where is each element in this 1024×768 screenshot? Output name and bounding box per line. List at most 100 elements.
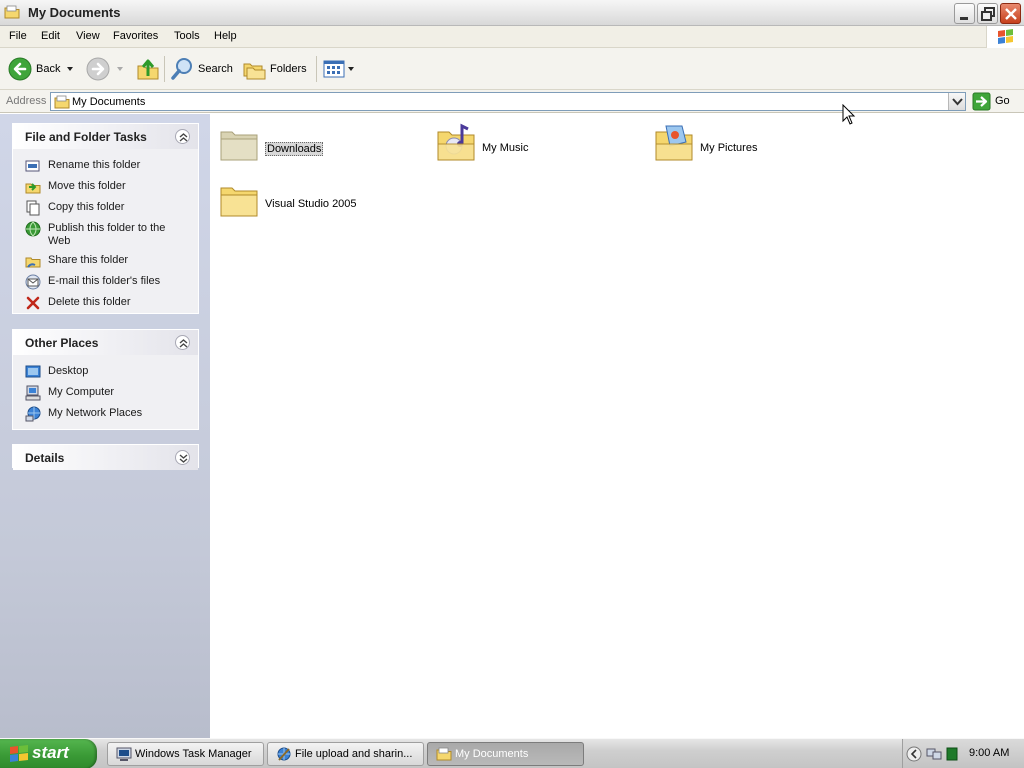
folder-label: My Music [482,142,529,154]
title-bar[interactable]: My Documents [0,0,1024,26]
taskbar: start Windows Task Manager File upload a… [0,738,1024,768]
close-button[interactable] [1000,3,1021,24]
search-icon [171,58,192,80]
menu-edit[interactable]: Edit [41,30,60,42]
chevron-down-double-icon [179,454,188,463]
folder-item-downloads[interactable]: Downloads [218,122,418,172]
folder-item-my-music[interactable]: My Music [435,122,635,172]
menu-file[interactable]: File [9,30,27,42]
menu-tools[interactable]: Tools [174,30,200,42]
copy-icon [25,200,41,216]
task-delete-folder[interactable]: Delete this folder [25,292,198,313]
task-label: E-mail this folder's files [48,275,161,287]
tray-expand-button[interactable] [906,746,922,765]
close-icon [1005,8,1017,20]
task-manager-icon [116,746,132,765]
taskbar-button-task-manager[interactable]: Windows Task Manager [107,742,264,766]
folder-icon [218,122,260,167]
windows-flag-icon [998,29,1013,44]
restore-button[interactable] [977,3,998,24]
place-my-computer[interactable]: My Computer [25,382,198,403]
status-tray-icon[interactable] [946,747,958,764]
taskbar-task-label: File upload and sharin... [295,748,413,760]
go-button[interactable]: Go [972,92,1022,111]
task-label: Copy this folder [48,201,125,213]
up-folder-icon [137,59,159,80]
back-dropdown-icon[interactable] [64,64,78,74]
forward-button[interactable] [86,55,128,83]
forward-arrow-icon [86,57,110,81]
task-publish-web[interactable]: Publish this folder to the Web [25,218,198,250]
taskbar-button-my-documents[interactable]: My Documents [427,742,584,766]
views-icon [323,60,345,78]
minimize-button[interactable] [954,3,975,24]
task-label: Move this folder [48,180,126,192]
back-button[interactable]: Back [8,55,78,83]
task-copy-folder[interactable]: Copy this folder [25,197,198,218]
panel-title: Details [25,451,65,465]
chevron-up-double-icon [179,339,188,348]
system-tray: 9:00 AM [902,739,1024,768]
task-pane: File and Folder Tasks Rename this folder… [0,114,210,738]
address-dropdown-button[interactable] [948,93,965,110]
back-arrow-icon [8,57,32,81]
folders-label: Folders [270,63,307,75]
task-email-files[interactable]: E-mail this folder's files [25,271,198,292]
panel-header[interactable]: File and Folder Tasks [13,124,198,149]
move-icon [25,179,41,195]
task-label: Delete this folder [48,296,131,308]
toolbar-separator [164,56,165,82]
task-share-folder[interactable]: Share this folder [25,250,198,271]
place-label: My Computer [48,386,115,398]
windows-flag-icon [10,745,28,762]
toolbar-separator [316,56,317,82]
task-label: Rename this folder [48,159,141,171]
windows-logo [986,26,1024,48]
email-icon [25,274,41,290]
toolbar: Back Search Folders [0,48,1024,90]
menu-favorites[interactable]: Favorites [113,30,158,42]
task-rename-folder[interactable]: Rename this folder [25,155,198,176]
menu-help[interactable]: Help [214,30,237,42]
views-button[interactable] [322,55,356,83]
panel-title: File and Folder Tasks [25,130,147,144]
address-bar: Address My Documents Go [0,90,1024,113]
taskbar-task-label: My Documents [455,748,529,760]
start-button[interactable]: start [0,739,97,768]
folder-item-my-pictures[interactable]: My Pictures [653,122,853,172]
network-tray-icon[interactable] [926,746,942,765]
go-arrow-icon [972,92,991,111]
address-field[interactable]: My Documents [50,92,966,111]
chevron-left-icon [906,746,922,762]
start-label: start [32,743,69,762]
expand-button[interactable] [175,450,190,465]
clock: 9:00 AM [969,747,1010,759]
up-folder-button[interactable] [136,55,160,83]
rename-icon [25,158,41,174]
folder-icon [218,178,260,223]
network-icon [25,406,41,422]
place-label: My Network Places [48,407,143,419]
task-move-folder[interactable]: Move this folder [25,176,198,197]
file-list-view[interactable]: Downloads My Music My Pictures Visual St… [210,114,1024,738]
place-desktop[interactable]: Desktop [25,361,198,382]
menu-bar: File Edit View Favorites Tools Help [0,26,1024,48]
folder-item-visual-studio-2005[interactable]: Visual Studio 2005 [218,178,418,228]
place-network[interactable]: My Network Places [25,403,198,424]
panel-header[interactable]: Other Places [13,330,198,355]
search-button[interactable]: Search [170,55,233,83]
folders-button[interactable]: Folders [242,55,307,83]
task-label: Share this folder [48,254,129,266]
address-value: My Documents [72,96,146,108]
taskbar-button-file-upload[interactable]: File upload and sharin... [267,742,424,766]
restore-icon [981,7,995,21]
folder-icon [54,95,70,112]
collapse-button[interactable] [175,129,190,144]
task-label: Publish this folder to the Web [48,222,166,247]
folder-icon [4,5,20,19]
menu-view[interactable]: View [76,30,100,42]
mouse-cursor [842,103,856,129]
folder-icon [436,746,452,765]
collapse-button[interactable] [175,335,190,350]
panel-header[interactable]: Details [13,445,198,470]
